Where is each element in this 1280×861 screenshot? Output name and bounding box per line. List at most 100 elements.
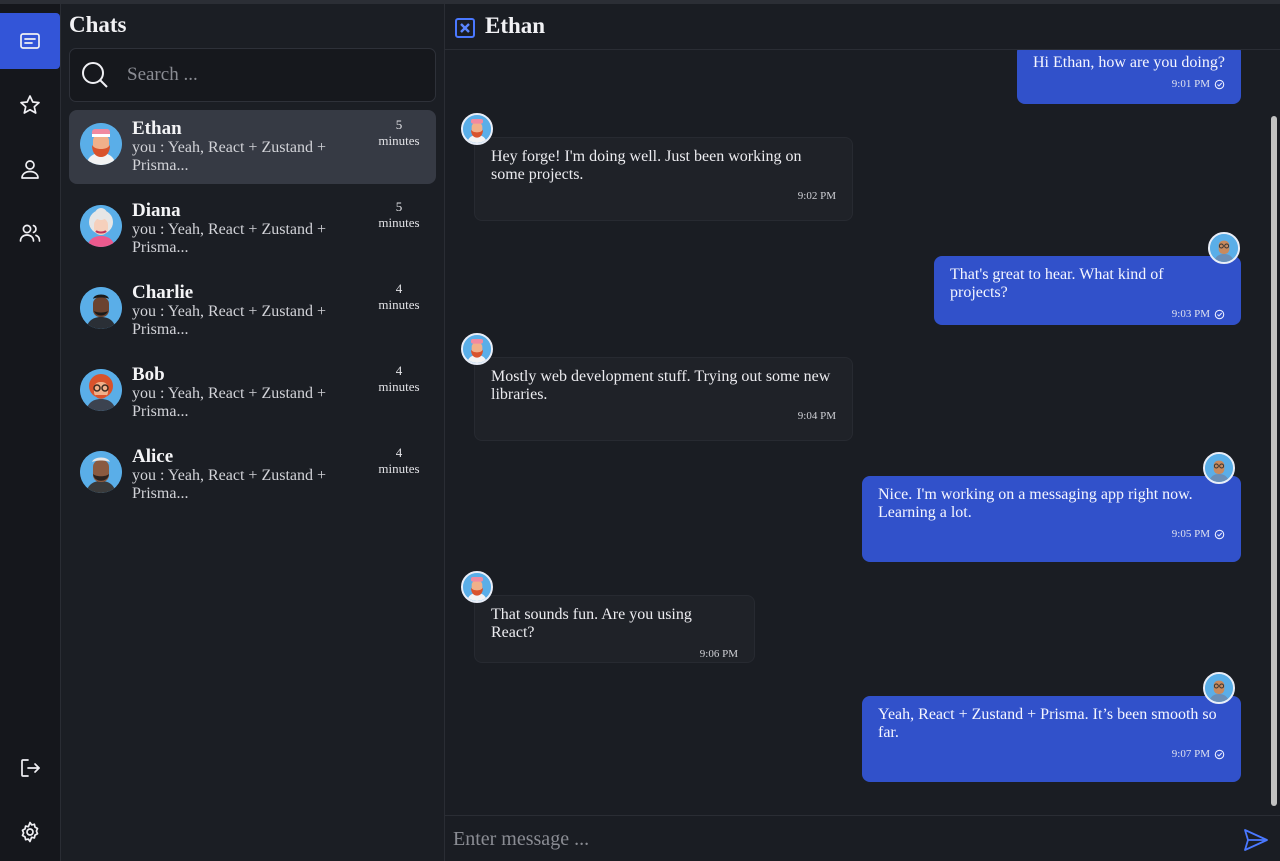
chat-item-preview: you : Yeah, React + Zustand + Prisma...: [132, 303, 327, 338]
nav-profile-button[interactable]: [0, 141, 60, 197]
chat-item-time-value: 5: [395, 117, 403, 132]
chat-item-name: Alice: [132, 446, 174, 467]
chat-item-time-unit: minutes: [378, 215, 420, 230]
read-check-icon: [1214, 309, 1225, 319]
close-chat-button[interactable]: [455, 18, 475, 38]
message-bubble-outgoing: That's great to hear. What kind of proje…: [934, 256, 1241, 325]
chat-item-name: Charlie: [132, 282, 194, 303]
read-check-icon: [1214, 79, 1225, 89]
search-icon: [82, 62, 108, 88]
message-bubble-incoming: Mostly web development stuff. Trying out…: [474, 357, 853, 441]
chat-item-time-unit: minutes: [378, 297, 420, 312]
message-time: 9:03 PM: [1171, 308, 1210, 320]
message-bubble-outgoing: Yeah, React + Zustand + Prisma. It’s bee…: [862, 696, 1241, 782]
nav-groups-button[interactable]: [0, 205, 60, 261]
chat-item-diana[interactable]: Diana you : Yeah, React + Zustand + Pris…: [69, 192, 436, 266]
chat-item-preview: you : Yeah, React + Zustand + Prisma...: [132, 467, 327, 502]
chat-item-time: 4 minutes: [374, 445, 424, 477]
message-meta: 9:03 PM: [950, 305, 1225, 323]
user-icon: [21, 160, 39, 179]
message-bubble-outgoing: Nice. I'm working on a messaging app rig…: [862, 476, 1241, 562]
conversation-title: Ethan: [485, 13, 546, 38]
chat-item-time: 4 minutes: [374, 363, 424, 395]
avatar: [80, 123, 122, 165]
chat-item-name: Ethan: [132, 118, 182, 139]
chat-item-time: 5 minutes: [374, 199, 424, 231]
chat-item-time-value: 5: [395, 199, 403, 214]
send-icon: [1244, 829, 1268, 851]
read-check-icon: [1214, 529, 1225, 539]
message-text: Nice. I'm working on a messaging app rig…: [878, 486, 1193, 521]
scrollbar-thumb[interactable]: [1271, 116, 1277, 806]
message-meta: 9:07 PM: [878, 745, 1225, 763]
star-icon: [20, 95, 40, 114]
message-time: 9:07 PM: [1171, 748, 1210, 760]
message-text: Hi Ethan, how are you doing?: [1033, 54, 1225, 71]
avatar: [1203, 452, 1235, 484]
users-icon: [19, 224, 41, 242]
message-list: Hi Ethan, how are you doing? 9:01 PM Hey…: [445, 50, 1280, 815]
avatar: [461, 113, 493, 145]
conversation-panel: Ethan Hi Ethan, how are you doing? 9:01 …: [445, 4, 1280, 861]
message-text: Yeah, React + Zustand + Prisma. It’s bee…: [878, 706, 1217, 741]
message-time: 9:01 PM: [1171, 78, 1210, 90]
chat-item-time-unit: minutes: [378, 461, 420, 476]
settings-icon: [21, 821, 39, 843]
chat-item-charlie[interactable]: Charlie you : Yeah, React + Zustand + Pr…: [69, 274, 436, 348]
message-time: 9:05 PM: [1171, 528, 1210, 540]
avatar: [80, 205, 122, 247]
chat-item-bob[interactable]: Bob you : Yeah, React + Zustand + Prisma…: [69, 356, 436, 430]
message-text: Hey forge! I'm doing well. Just been wor…: [491, 148, 802, 183]
panel-title: Chats: [69, 12, 127, 37]
search-box[interactable]: [69, 48, 436, 102]
message-time: 9:06 PM: [699, 648, 738, 660]
chat-item-preview: you : Yeah, React + Zustand + Prisma...: [132, 139, 327, 174]
message-bubble-outgoing: Hi Ethan, how are you doing? 9:01 PM: [1017, 50, 1241, 104]
message-scrollbar[interactable]: [1270, 56, 1278, 811]
logout-button[interactable]: [0, 740, 60, 796]
nav-favorites-button[interactable]: [0, 77, 60, 133]
message-text: Mostly web development stuff. Trying out…: [491, 368, 831, 403]
chat-item-name: Bob: [132, 364, 165, 385]
message-text: That's great to hear. What kind of proje…: [950, 266, 1164, 301]
chat-item-preview: you : Yeah, React + Zustand + Prisma...: [132, 385, 327, 420]
chat-item-time-unit: minutes: [378, 379, 420, 394]
message-time: 9:04 PM: [797, 410, 836, 422]
chat-item-preview: you : Yeah, React + Zustand + Prisma...: [132, 221, 327, 256]
message-composer: [445, 815, 1280, 861]
chat-item-time-value: 4: [395, 363, 403, 378]
close-icon: [460, 23, 470, 33]
read-check-icon: [1214, 749, 1225, 759]
message-input[interactable]: [453, 824, 1213, 854]
send-button[interactable]: [1243, 827, 1269, 853]
chat-list-panel: Chats Ethan you : Yeah, React + Zustand …: [61, 4, 445, 861]
chat-item-time: 4 minutes: [374, 281, 424, 313]
chat-item-time-value: 4: [395, 445, 403, 460]
message-text: That sounds fun. Are you using React?: [491, 606, 692, 641]
avatar: [461, 333, 493, 365]
avatar: [1208, 232, 1240, 264]
chat-item-name: Diana: [132, 200, 181, 221]
message-meta: 9:01 PM: [1033, 75, 1225, 93]
search-input[interactable]: [127, 64, 407, 86]
chat-item-ethan[interactable]: Ethan you : Yeah, React + Zustand + Pris…: [69, 110, 436, 184]
avatar: [1203, 672, 1235, 704]
avatar: [80, 369, 122, 411]
chat-item-alice[interactable]: Alice you : Yeah, React + Zustand + Pris…: [69, 438, 436, 512]
message-bubble-incoming: That sounds fun. Are you using React? 9:…: [474, 595, 755, 663]
avatar: [80, 287, 122, 329]
message-meta: 9:05 PM: [878, 525, 1225, 543]
nav-rail: [0, 4, 61, 861]
message-time: 9:02 PM: [797, 190, 836, 202]
settings-button[interactable]: [0, 804, 60, 860]
conversation-header: Ethan: [445, 4, 1280, 50]
message-bubble-incoming: Hey forge! I'm doing well. Just been wor…: [474, 137, 853, 221]
chat-icon: [20, 33, 40, 49]
logout-icon: [21, 759, 40, 777]
avatar: [461, 571, 493, 603]
chat-item-time: 5 minutes: [374, 117, 424, 149]
chat-item-time-unit: minutes: [378, 133, 420, 148]
app-window: Chats Ethan you : Yeah, React + Zustand …: [0, 0, 1280, 861]
avatar: [80, 451, 122, 493]
nav-chats-button[interactable]: [0, 13, 60, 69]
